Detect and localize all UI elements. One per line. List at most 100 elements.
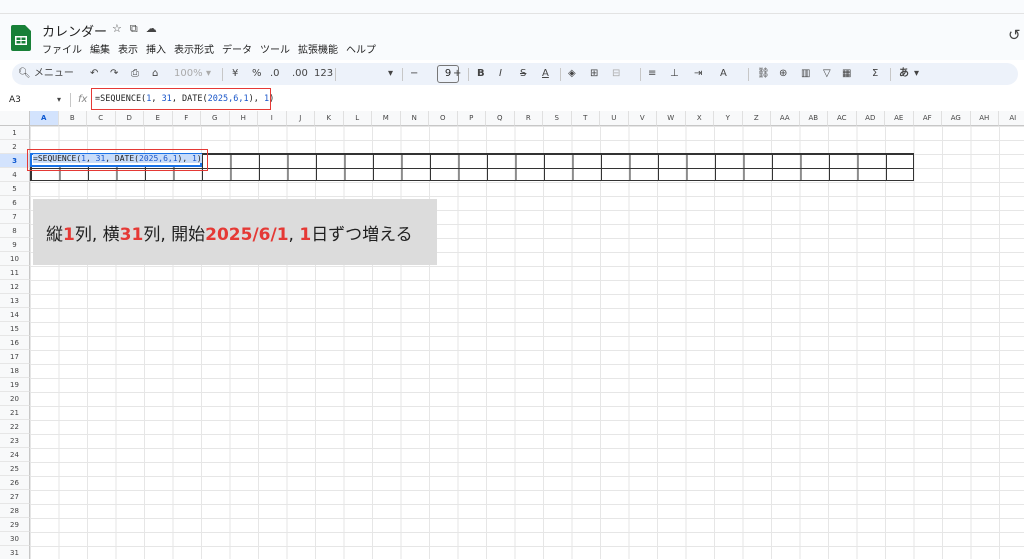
menu-help[interactable]: ヘルプ	[346, 41, 376, 56]
row-header[interactable]: 18	[0, 364, 30, 378]
column-header[interactable]: Z	[742, 111, 771, 126]
menu-extensions[interactable]: 拡張機能	[298, 41, 338, 56]
column-header[interactable]: M	[372, 111, 401, 126]
column-header[interactable]: AB	[799, 111, 828, 126]
column-header[interactable]: X	[685, 111, 714, 126]
menu-file[interactable]: ファイル	[42, 41, 82, 56]
row-header[interactable]: 29	[0, 518, 30, 532]
name-box-chevron-icon[interactable]: ▾	[57, 95, 61, 104]
row-header[interactable]: 24	[0, 448, 30, 462]
row-header[interactable]: 22	[0, 420, 30, 434]
redo-icon[interactable]: ↷	[110, 63, 118, 85]
column-header[interactable]: A	[30, 111, 59, 126]
column-header[interactable]: O	[429, 111, 458, 126]
column-header[interactable]: AE	[885, 111, 914, 126]
menu-insert[interactable]: 挿入	[146, 41, 166, 56]
font-family-chevron-icon[interactable]: ▾	[388, 63, 393, 85]
row-header[interactable]: 17	[0, 350, 30, 364]
zoom-chevron-icon[interactable]: ▾	[206, 63, 211, 85]
name-box[interactable]: A3	[9, 95, 21, 105]
paint-format-icon[interactable]: ⌂	[152, 63, 158, 85]
filter-icon[interactable]: ▽	[823, 63, 831, 85]
column-header[interactable]: T	[571, 111, 600, 126]
horizontal-align-icon[interactable]: ≡	[648, 63, 656, 85]
sheets-logo-icon[interactable]	[11, 25, 31, 51]
row-header[interactable]: 3	[0, 154, 30, 168]
font-size-increase-button[interactable]: +	[453, 63, 461, 85]
italic-button[interactable]: I	[499, 63, 502, 85]
input-tools-button[interactable]: あ	[899, 63, 909, 85]
row-header[interactable]: 13	[0, 294, 30, 308]
column-header[interactable]: AA	[771, 111, 800, 126]
menu-format[interactable]: 表示形式	[174, 41, 214, 56]
strikethrough-button[interactable]: S	[520, 63, 526, 85]
functions-button[interactable]: Σ	[872, 63, 878, 85]
row-header[interactable]: 31	[0, 546, 30, 559]
bold-button[interactable]: B	[477, 63, 485, 85]
font-size-decrease-button[interactable]: −	[410, 63, 418, 85]
column-header[interactable]: C	[87, 111, 116, 126]
text-wrap-icon[interactable]: ⇥	[694, 63, 702, 85]
column-header[interactable]: K	[315, 111, 344, 126]
row-header[interactable]: 28	[0, 504, 30, 518]
insert-link-icon[interactable]: ⛓	[757, 63, 770, 85]
column-header[interactable]: R	[514, 111, 543, 126]
row-header[interactable]: 16	[0, 336, 30, 350]
decrease-decimal-button[interactable]: .0	[270, 63, 280, 85]
column-header[interactable]: AF	[913, 111, 942, 126]
column-header[interactable]: H	[229, 111, 258, 126]
borders-icon[interactable]: ⊞	[590, 63, 598, 85]
column-header[interactable]: E	[144, 111, 173, 126]
row-header[interactable]: 7	[0, 210, 30, 224]
row-header[interactable]: 5	[0, 182, 30, 196]
text-rotation-icon[interactable]: A	[720, 63, 727, 85]
insert-comment-icon[interactable]: ⊕	[779, 63, 787, 85]
currency-format-button[interactable]: ¥	[232, 63, 238, 85]
column-header[interactable]: P	[457, 111, 486, 126]
row-header[interactable]: 9	[0, 238, 30, 252]
row-header[interactable]: 27	[0, 490, 30, 504]
column-header[interactable]: D	[115, 111, 144, 126]
column-header[interactable]: AH	[970, 111, 999, 126]
column-header[interactable]: Y	[714, 111, 743, 126]
star-icon[interactable]: ☆	[112, 22, 122, 36]
percent-format-button[interactable]: %	[252, 63, 262, 85]
filter-views-icon[interactable]: ▦	[842, 63, 851, 85]
column-header[interactable]: W	[657, 111, 686, 126]
row-header[interactable]: 21	[0, 406, 30, 420]
cell-area[interactable]	[30, 126, 1024, 559]
row-header[interactable]: 2	[0, 140, 30, 154]
column-header[interactable]: Q	[486, 111, 515, 126]
column-header[interactable]: I	[258, 111, 287, 126]
column-header[interactable]: V	[628, 111, 657, 126]
menu-view[interactable]: 表示	[118, 41, 138, 56]
row-header[interactable]: 15	[0, 322, 30, 336]
row-header[interactable]: 23	[0, 434, 30, 448]
row-header[interactable]: 12	[0, 280, 30, 294]
cloud-status-icon[interactable]: ☁	[146, 22, 157, 36]
menu-data[interactable]: データ	[222, 41, 252, 56]
column-header[interactable]: B	[58, 111, 87, 126]
insert-chart-icon[interactable]: ▥	[801, 63, 810, 85]
increase-decimal-button[interactable]: .00	[292, 63, 308, 85]
more-formats-button[interactable]: 123	[314, 63, 333, 85]
menu-tools[interactable]: ツール	[260, 41, 290, 56]
row-header[interactable]: 14	[0, 308, 30, 322]
column-header[interactable]: AD	[856, 111, 885, 126]
column-header[interactable]: J	[286, 111, 315, 126]
undo-icon[interactable]: ↶	[90, 63, 98, 85]
row-header[interactable]: 4	[0, 168, 30, 182]
row-header[interactable]: 20	[0, 392, 30, 406]
row-header[interactable]: 30	[0, 532, 30, 546]
column-header[interactable]: S	[543, 111, 572, 126]
row-header[interactable]: 1	[0, 126, 30, 140]
row-header[interactable]: 25	[0, 462, 30, 476]
merge-cells-icon[interactable]: ⊟	[612, 63, 620, 85]
column-header[interactable]: AI	[999, 111, 1024, 126]
row-header[interactable]: 6	[0, 196, 30, 210]
input-tools-chevron-icon[interactable]: ▾	[914, 63, 919, 85]
row-header[interactable]: 19	[0, 378, 30, 392]
menu-search[interactable]: 🔍︎ メニュー	[18, 65, 90, 83]
column-header[interactable]: L	[343, 111, 372, 126]
text-color-button[interactable]: A	[542, 63, 549, 85]
